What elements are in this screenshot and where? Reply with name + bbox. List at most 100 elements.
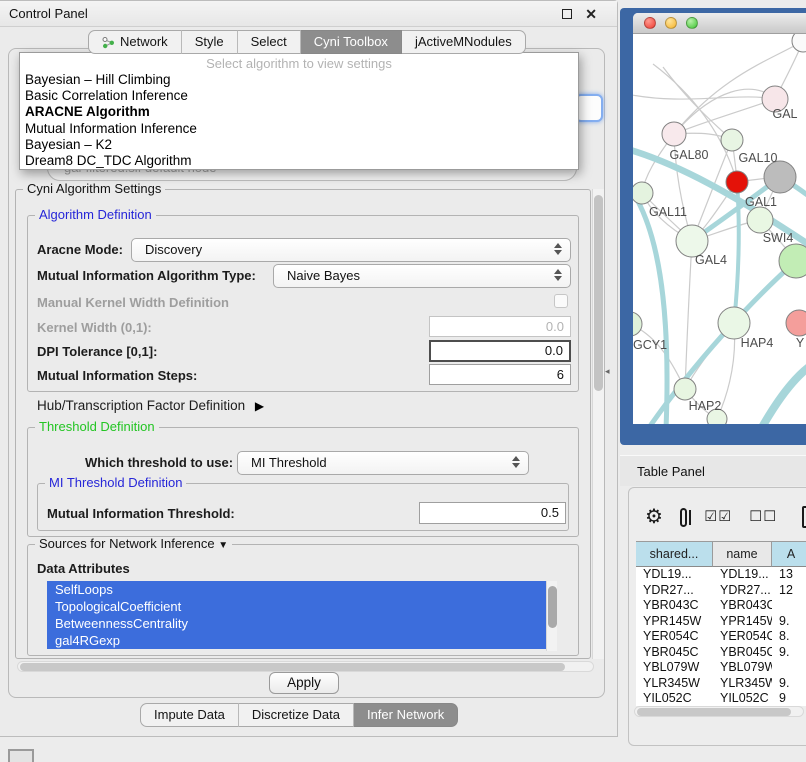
- tab-label: Infer Network: [367, 704, 444, 726]
- aracne-mode-combo[interactable]: Discovery: [131, 238, 571, 262]
- network-node-label: HAP2: [689, 399, 722, 413]
- network-node[interactable]: [764, 161, 796, 193]
- mi-steps-field[interactable]: 6: [429, 364, 571, 385]
- table-cell: YER054C: [713, 629, 772, 645]
- table-row[interactable]: YBR043CYBR043C: [636, 598, 806, 614]
- algorithm-popup-list: Bayesian – Hill ClimbingBasic Correlatio…: [20, 72, 578, 169]
- aracne-mode-label: Aracne Mode:: [37, 242, 123, 257]
- network-node[interactable]: [721, 129, 743, 151]
- float-panel-icon[interactable]: [562, 9, 572, 19]
- attribute-list-scrollbar[interactable]: [546, 581, 557, 651]
- network-node[interactable]: [726, 171, 748, 193]
- table-column-header[interactable]: name: [713, 541, 772, 567]
- attribute-list-item[interactable]: SelfLoops: [47, 581, 546, 598]
- network-graph: GALGAL80GAL10GAL1GAL11SWI4GAL4GCY1HAP4YH…: [633, 34, 806, 424]
- table-cell: YDL19...: [713, 567, 772, 583]
- table-settings-gear-icon[interactable]: ⚙: [645, 507, 663, 527]
- algorithm-option[interactable]: ARACNE Algorithm: [20, 104, 578, 120]
- network-node[interactable]: [662, 122, 686, 146]
- network-view-window: GALGAL80GAL10GAL1GAL11SWI4GAL4GCY1HAP4YH…: [620, 8, 806, 445]
- table-row[interactable]: YPR145WYPR145W9.: [636, 614, 806, 630]
- table-horizontal-scrollbar[interactable]: [634, 706, 804, 717]
- tab-jactivemnodules[interactable]: jActiveMNodules: [402, 30, 526, 54]
- collapse-down-arrow-icon[interactable]: ▼: [218, 540, 228, 551]
- tab-style[interactable]: Style: [182, 30, 238, 54]
- deselect-all-columns-icon[interactable]: ☐☐: [749, 509, 777, 525]
- which-threshold-combo[interactable]: MI Threshold: [237, 451, 529, 475]
- table-column-header[interactable]: A: [772, 541, 806, 567]
- manual-kernel-checkbox[interactable]: [554, 294, 568, 308]
- mi-threshold-field[interactable]: 0.5: [419, 502, 566, 524]
- network-node[interactable]: [747, 207, 773, 233]
- threshold-definition-title: Threshold Definition: [35, 420, 159, 434]
- screen: Control Panel ✕ NetworkStyleSelectCyni T…: [0, 0, 806, 762]
- table-cell: YIL052C: [636, 691, 713, 706]
- attribute-list-item[interactable]: gal4RGexp: [47, 632, 546, 649]
- table-cell: YIL052C: [713, 691, 772, 706]
- network-node[interactable]: [633, 312, 642, 336]
- inference-algorithm-combo-edge[interactable]: [575, 94, 603, 122]
- tab-discretize-data[interactable]: Discretize Data: [239, 703, 354, 727]
- network-node-label: GAL11: [649, 205, 687, 219]
- tab-cyni-toolbox[interactable]: Cyni Toolbox: [301, 30, 402, 54]
- table-cell: 9.: [772, 676, 806, 692]
- control-panel-tab-bar: NetworkStyleSelectCyni ToolboxjActiveMNo…: [88, 30, 526, 54]
- hub-definition-expander[interactable]: Hub/Transcription Factor Definition ▶: [37, 398, 264, 413]
- algorithm-option[interactable]: Bayesian – Hill Climbing: [20, 72, 578, 88]
- network-node[interactable]: [792, 34, 806, 52]
- docked-panel-icon[interactable]: [8, 749, 34, 762]
- mi-type-combo[interactable]: Naive Bayes: [273, 264, 571, 288]
- settings-horizontal-scrollbar[interactable]: [17, 661, 594, 672]
- table-row[interactable]: YDR27...YDR27...12: [636, 583, 806, 599]
- show-columns-icon[interactable]: [680, 508, 687, 527]
- network-window-titlebar[interactable]: [633, 13, 806, 34]
- network-node-label: Y: [796, 336, 805, 350]
- attribute-list-item[interactable]: TopologicalCoefficient: [47, 598, 546, 615]
- kernel-width-field[interactable]: 0.0: [429, 316, 571, 337]
- tab-infer-network[interactable]: Infer Network: [354, 703, 458, 727]
- tab-select[interactable]: Select: [238, 30, 301, 54]
- algorithm-popup-placeholder: Select algorithm to view settings: [20, 55, 578, 72]
- tab-label: Discretize Data: [252, 704, 340, 726]
- attribute-list-item[interactable]: BetweennessCentrality: [47, 615, 546, 632]
- algorithm-option[interactable]: Bayesian – K2: [20, 137, 578, 153]
- network-node-label: GAL: [772, 107, 797, 121]
- mi-type-label: Mutual Information Algorithm Type:: [37, 268, 256, 283]
- tab-network[interactable]: Network: [88, 30, 182, 54]
- select-all-columns-icon[interactable]: ☑☑: [704, 509, 732, 525]
- zoom-window-icon[interactable]: [686, 17, 698, 29]
- network-canvas[interactable]: GALGAL80GAL10GAL1GAL11SWI4GAL4GCY1HAP4YH…: [633, 34, 806, 424]
- table-cell: YBL079W: [636, 660, 713, 676]
- table-cell: YBR045C: [713, 645, 772, 661]
- apply-button[interactable]: Apply: [269, 672, 339, 694]
- algorithm-option[interactable]: Dream8 DC_TDC Algorithm: [20, 153, 578, 169]
- panel-splitter-handle[interactable]: ◂: [605, 366, 610, 377]
- table-row[interactable]: YDL19...YDL19...13: [636, 567, 806, 583]
- table-column-header[interactable]: shared...: [636, 541, 713, 567]
- table-row[interactable]: YBR045CYBR045C9.: [636, 645, 806, 661]
- network-node[interactable]: [633, 182, 653, 204]
- dpi-tolerance-field[interactable]: 0.0: [429, 340, 571, 362]
- algorithm-option[interactable]: Mutual Information Inference: [20, 121, 578, 137]
- data-attributes-label: Data Attributes: [37, 561, 130, 576]
- network-node-label: GAL4: [695, 253, 727, 267]
- sources-title: Sources for Network Inference ▼: [35, 537, 232, 553]
- minimize-window-icon[interactable]: [665, 17, 677, 29]
- table-row[interactable]: YER054CYER054C8.: [636, 629, 806, 645]
- table-row[interactable]: YBL079WYBL079W: [636, 660, 806, 676]
- close-panel-icon[interactable]: ✕: [585, 7, 597, 21]
- network-node[interactable]: [718, 307, 750, 339]
- cyni-algorithm-settings-title: Cyni Algorithm Settings: [23, 182, 165, 196]
- mi-steps-label: Mutual Information Steps:: [37, 368, 197, 383]
- table-row[interactable]: YIL052CYIL052C9: [636, 691, 806, 706]
- export-table-icon[interactable]: [802, 506, 806, 528]
- settings-vertical-scrollbar[interactable]: [592, 189, 604, 659]
- algorithm-option[interactable]: Basic Correlation Inference: [20, 88, 578, 104]
- algorithm-dropdown-popup: Select algorithm to view settings Bayesi…: [19, 52, 579, 170]
- network-node[interactable]: [674, 378, 696, 400]
- table-row[interactable]: YLR345WYLR345W9.: [636, 676, 806, 692]
- control-panel-title: Control Panel: [9, 6, 88, 21]
- close-window-icon[interactable]: [644, 17, 656, 29]
- tab-impute-data[interactable]: Impute Data: [140, 703, 239, 727]
- network-node[interactable]: [786, 310, 806, 336]
